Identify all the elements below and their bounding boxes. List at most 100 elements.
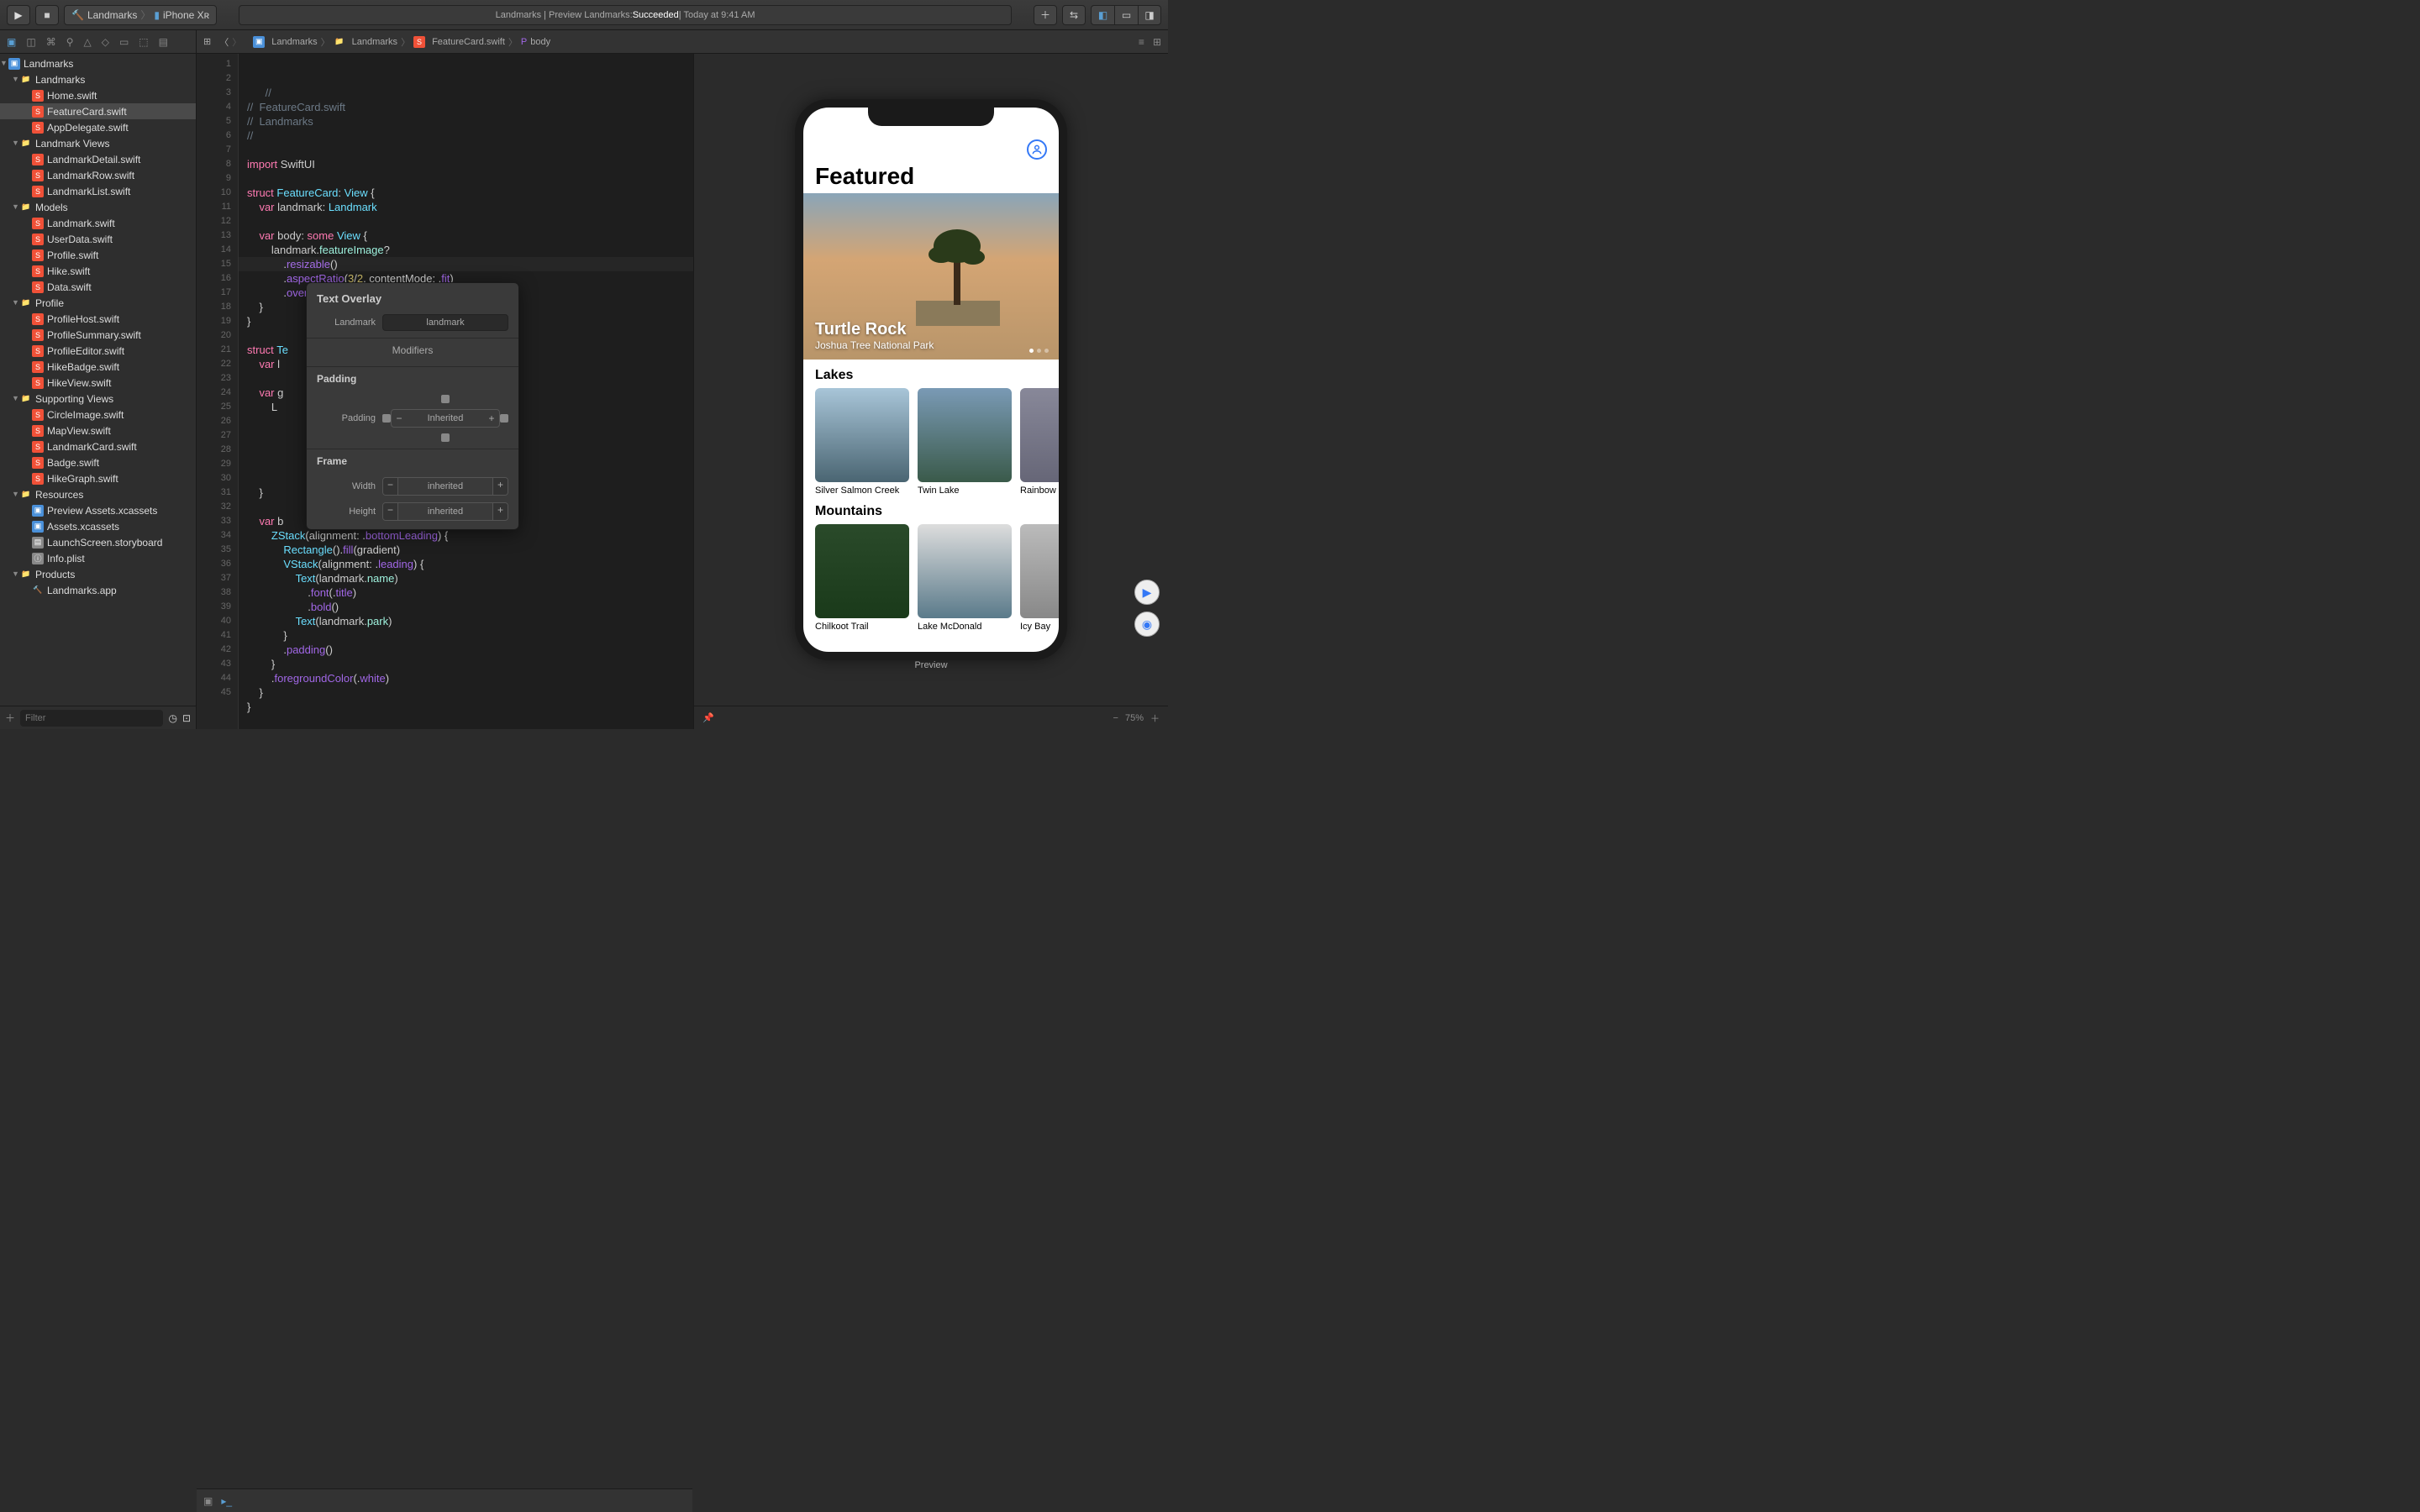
project-navigator-tab[interactable]: ▣ (7, 36, 16, 48)
toggle-navigator[interactable]: ◧ (1091, 5, 1114, 25)
file-row[interactable]: SHikeGraph.swift (0, 470, 196, 486)
file-label: MapView.swift (47, 425, 111, 437)
width-stepper[interactable]: −inherited+ (382, 477, 508, 496)
file-row[interactable]: SCircleImage.swift (0, 407, 196, 423)
file-row[interactable]: ▼📁Supporting Views (0, 391, 196, 407)
file-label: Hike.swift (47, 265, 90, 277)
preview-on-device-button[interactable]: ◉ (1134, 612, 1160, 637)
file-label: HikeView.swift (47, 377, 111, 389)
file-row[interactable]: SUserData.swift (0, 231, 196, 247)
breakpoint-tab[interactable]: ⬚ (139, 36, 148, 48)
app-icon: 🔨 (32, 585, 44, 596)
debug-console-icon[interactable]: ▸_ (221, 1495, 232, 1507)
list-item[interactable]: Rainbow L (1020, 388, 1059, 496)
minimap-toggle[interactable]: ≡ (1139, 36, 1144, 48)
file-row[interactable]: SHikeView.swift (0, 375, 196, 391)
file-row[interactable]: ▼📁Products (0, 566, 196, 582)
editor-bottom-bar: ▣ ▸_ (197, 1488, 692, 1512)
forward-button[interactable]: 〉 (232, 35, 241, 49)
file-row[interactable]: SLandmark.swift (0, 215, 196, 231)
code-review-button[interactable]: ⇆ (1062, 5, 1086, 25)
file-row[interactable]: SProfile.swift (0, 247, 196, 263)
related-items-icon[interactable]: ⊞ (203, 36, 211, 47)
file-row[interactable]: ▼📁Models (0, 199, 196, 215)
scheme-selector[interactable]: 🔨 Landmarks 〉 ▮ iPhone Xʀ (64, 5, 217, 25)
file-label: AppDelegate.swift (47, 122, 129, 134)
file-row[interactable]: SLandmarkDetail.swift (0, 151, 196, 167)
file-row[interactable]: 🔨Landmarks.app (0, 582, 196, 598)
property-icon: P (521, 37, 527, 47)
list-item[interactable]: Silver Salmon Creek (815, 388, 909, 496)
file-row[interactable]: ▼📁Landmark Views (0, 135, 196, 151)
debug-tab[interactable]: ▭ (119, 36, 129, 48)
file-row[interactable]: SBadge.swift (0, 454, 196, 470)
file-row[interactable]: ▣Preview Assets.xcassets (0, 502, 196, 518)
hero-card[interactable]: Turtle Rock Joshua Tree National Park (803, 193, 1059, 360)
run-button[interactable]: ▶ (7, 5, 30, 25)
back-button[interactable]: 〈 (219, 35, 229, 49)
file-row-selected[interactable]: SFeatureCard.swift (0, 103, 196, 119)
source-control-tab[interactable]: ◫ (26, 36, 35, 48)
file-row[interactable]: SLandmarkRow.swift (0, 167, 196, 183)
swift-icon: S (32, 457, 44, 469)
live-preview-button[interactable]: ▶ (1134, 580, 1160, 605)
file-row[interactable]: ▼📁Profile (0, 295, 196, 311)
library-button[interactable]: ＋ (1034, 5, 1057, 25)
file-label: Landmarks.app (47, 585, 117, 596)
height-stepper[interactable]: −inherited+ (382, 502, 508, 521)
report-tab[interactable]: ▤ (159, 36, 168, 48)
file-label: UserData.swift (47, 234, 113, 245)
list-item[interactable]: Lake McDonald (918, 524, 1012, 632)
add-button[interactable]: ＋ (5, 711, 15, 725)
padding-control[interactable]: −Inherited+ (382, 395, 508, 442)
destination-name: iPhone Xʀ (163, 9, 209, 21)
recent-filter-icon[interactable]: ◷ (168, 712, 176, 724)
file-row[interactable]: SProfileEditor.swift (0, 343, 196, 359)
padding-section: Padding (307, 366, 518, 391)
zoom-level: 75% (1125, 713, 1144, 723)
mountains-title: Mountains (815, 504, 1059, 519)
file-row[interactable]: SLandmarkCard.swift (0, 438, 196, 454)
attributes-inspector-popover: Text Overlay Landmark landmark Modifiers… (306, 282, 519, 530)
list-item[interactable]: Chilkoot Trail (815, 524, 909, 632)
toggle-debug[interactable]: ▭ (1114, 5, 1138, 25)
file-row[interactable]: ▣Assets.xcassets (0, 518, 196, 534)
file-label: Landmark.swift (47, 218, 115, 229)
list-item[interactable]: Icy Bay (1020, 524, 1059, 632)
source-editor[interactable]: 1234567891011121314151617181920212223242… (197, 54, 693, 729)
find-tab[interactable]: ⚲ (66, 36, 74, 48)
simulator-screen[interactable]: Featured (803, 108, 1059, 652)
file-label: Profile.swift (47, 249, 98, 261)
breakpoint-toggle[interactable]: ▣ (203, 1495, 213, 1507)
file-row[interactable]: SLandmarkList.swift (0, 183, 196, 199)
file-row[interactable]: SProfileSummary.swift (0, 327, 196, 343)
issue-tab[interactable]: △ (83, 36, 91, 48)
profile-icon[interactable] (1027, 139, 1047, 160)
filter-input[interactable] (20, 710, 163, 727)
file-row[interactable]: ▼📁Landmarks (0, 71, 196, 87)
file-row[interactable]: SData.swift (0, 279, 196, 295)
file-row[interactable]: SProfileHost.swift (0, 311, 196, 327)
file-row[interactable]: ▼📁Resources (0, 486, 196, 502)
file-row[interactable]: ⓘInfo.plist (0, 550, 196, 566)
list-item[interactable]: Twin Lake (918, 388, 1012, 496)
landmark-field[interactable]: landmark (382, 314, 508, 331)
file-row[interactable]: SAppDelegate.swift (0, 119, 196, 135)
file-row[interactable]: SHike.swift (0, 263, 196, 279)
file-row[interactable]: ▤LaunchScreen.storyboard (0, 534, 196, 550)
zoom-in-button[interactable]: ＋ (1150, 711, 1160, 725)
zoom-out-button[interactable]: − (1113, 713, 1118, 723)
file-row[interactable]: SMapView.swift (0, 423, 196, 438)
toggle-inspector[interactable]: ◨ (1138, 5, 1161, 25)
symbol-tab[interactable]: ⌘ (46, 36, 56, 48)
adjust-editor-options[interactable]: ⊞ (1153, 36, 1161, 48)
file-row[interactable]: ▼▣Landmarks (0, 55, 196, 71)
jump-bar[interactable]: ⊞ 〈 〉 ▣Landmarks 〉 📁Landmarks 〉 SFeature… (197, 30, 1132, 53)
scm-filter-icon[interactable]: ⊡ (182, 712, 191, 724)
pin-preview-button[interactable]: 📌 (702, 712, 714, 723)
file-tree[interactable]: ▼▣Landmarks▼📁LandmarksSHome.swiftSFeatur… (0, 54, 196, 706)
stop-button[interactable]: ■ (35, 5, 59, 25)
file-row[interactable]: SHikeBadge.swift (0, 359, 196, 375)
test-tab[interactable]: ◇ (102, 36, 109, 48)
file-row[interactable]: SHome.swift (0, 87, 196, 103)
